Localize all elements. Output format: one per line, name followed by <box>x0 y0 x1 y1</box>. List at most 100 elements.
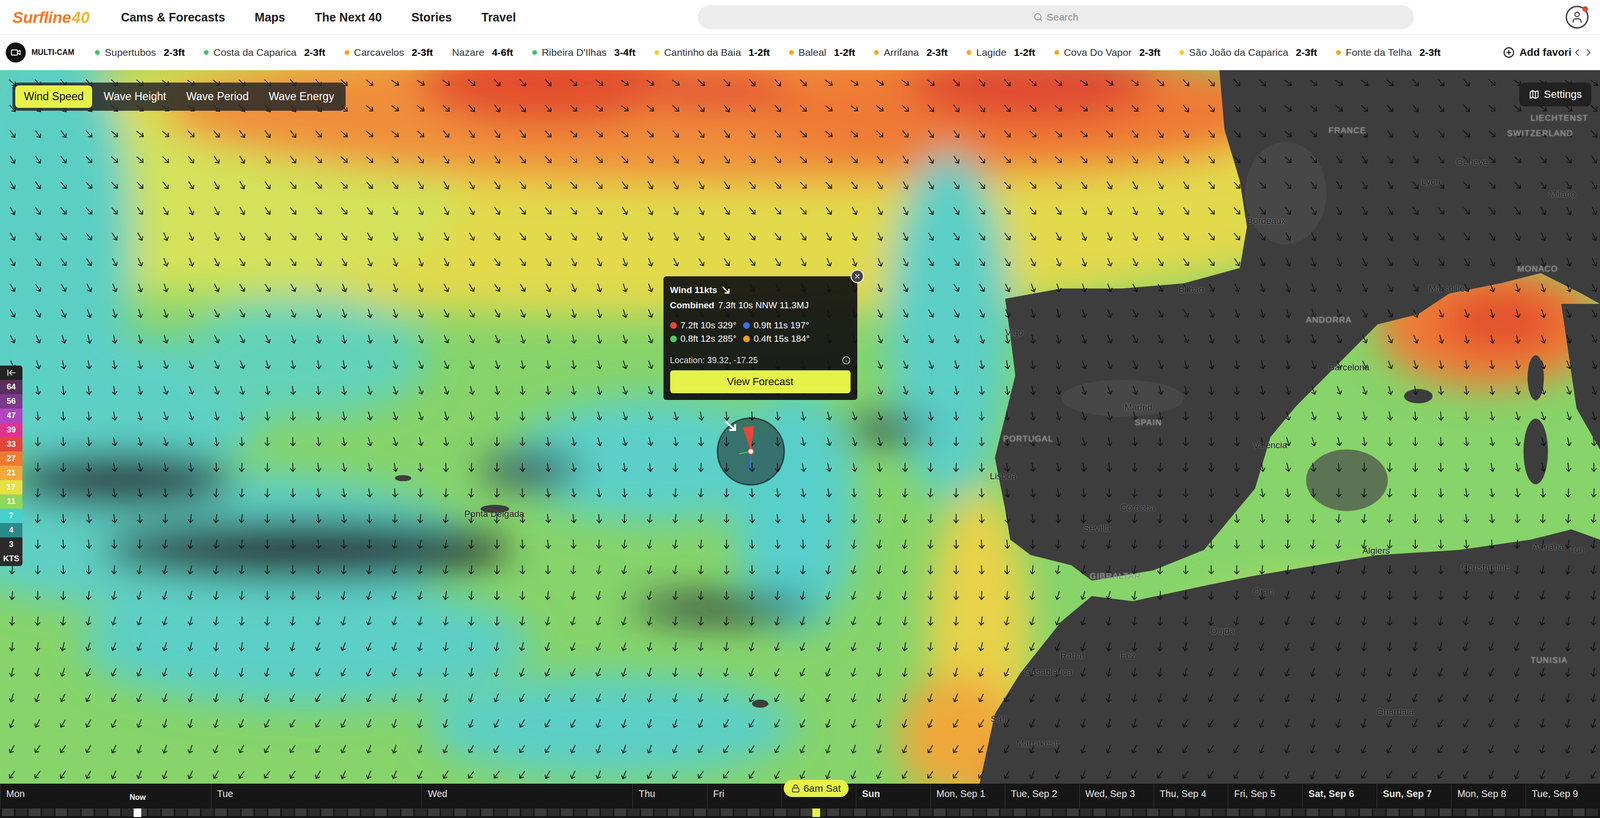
layer-tab[interactable]: Wave Period <box>177 85 258 108</box>
favorite-spot[interactable]: Cantinho da Baia1-2ft <box>654 46 770 59</box>
favorite-spot[interactable]: Ribeira D'Ilhas3-4ft <box>532 46 636 59</box>
track-cell <box>1559 808 1572 817</box>
timeline-day[interactable]: Tue, Sep 2 <box>1004 783 1080 809</box>
favorite-spot[interactable]: Costa da Caparica2-3ft <box>203 46 326 59</box>
track-cell <box>374 808 387 817</box>
collapse-legend-button[interactable] <box>0 365 23 380</box>
favorite-spot[interactable]: Nazare4-6ft <box>452 46 514 59</box>
track-cell <box>867 808 880 817</box>
track-cell <box>1066 808 1079 817</box>
favorite-spot[interactable]: Arrifana2-3ft <box>873 46 948 59</box>
nav-item[interactable]: Travel <box>481 10 516 25</box>
track-cell <box>600 808 613 817</box>
timeline-day[interactable]: Fri <box>706 783 782 809</box>
spot-name: Supertubos <box>104 46 156 59</box>
track-cell <box>441 808 453 817</box>
track-cell <box>840 808 853 817</box>
favorite-spot[interactable]: Baleal1-2ft <box>789 46 856 59</box>
nav-item[interactable]: Stories <box>411 10 453 25</box>
nav-item[interactable]: Maps <box>254 10 286 25</box>
track-cell <box>1213 808 1226 817</box>
swell-item: 0.8ft 12s 285° <box>670 333 737 345</box>
track-cell <box>853 808 866 817</box>
timeline-day[interactable]: Mon, Sep 1 <box>930 783 1005 809</box>
spot-height: 2-3ft <box>1419 46 1441 59</box>
timeline-day[interactable]: Thu, Sep 4 <box>1153 783 1229 809</box>
track-cell <box>1586 808 1599 817</box>
track-cell <box>94 808 107 817</box>
timeline-day[interactable]: Thu <box>632 783 707 809</box>
layer-tab[interactable]: Wind Speed <box>15 85 93 108</box>
favorite-spot[interactable]: São João da Caparica2-3ft <box>1179 46 1317 59</box>
view-forecast-button[interactable]: View Forecast <box>670 370 851 394</box>
city-label: Córdoba <box>1120 502 1156 514</box>
nav-item[interactable]: The Next 40 <box>314 10 382 25</box>
track-cell <box>760 808 773 817</box>
track-cell <box>1120 808 1133 817</box>
layer-tab[interactable]: Wave Height <box>94 85 175 108</box>
timeline-track[interactable] <box>0 808 1600 818</box>
profile-button[interactable] <box>1565 5 1589 29</box>
timeline-day[interactable]: Mon <box>0 783 211 809</box>
track-cell <box>334 808 347 817</box>
favorite-spot[interactable]: Fonte da Telha2-3ft <box>1336 46 1441 59</box>
multicam-button[interactable]: MULTI-CAM <box>5 42 74 63</box>
condition-dot <box>1179 50 1185 55</box>
info-icon[interactable] <box>842 356 851 365</box>
track-cell <box>108 808 121 817</box>
layer-tab[interactable]: Wave Energy <box>260 85 343 108</box>
timeline-day[interactable]: Sun, Sep 7 <box>1376 783 1452 809</box>
track-cell <box>188 808 200 817</box>
scroll-right-button[interactable] <box>1582 46 1595 59</box>
city-label: Madrid <box>1124 402 1153 413</box>
timeline-day[interactable]: Sun <box>855 783 931 809</box>
nav-item[interactable]: Cams & Forecasts <box>120 10 225 25</box>
track-cell <box>121 808 134 817</box>
swell-dot <box>743 322 750 329</box>
settings-button[interactable]: Settings <box>1519 82 1592 107</box>
spot-name: Arrifana <box>883 46 919 59</box>
swell-dot <box>743 335 750 343</box>
track-cell <box>1027 808 1040 817</box>
add-favorite-button[interactable]: Add favori <box>1503 46 1572 59</box>
search-field[interactable]: Search <box>697 5 1414 30</box>
wind-map[interactable]: FRANCELIECHTENSTSWITZERLANDGenèveLyonMil… <box>0 70 1600 784</box>
top-nav: Surfline40 Cams & Forecasts Maps The Next 4… <box>0 0 1600 35</box>
favorite-spot[interactable]: Supertubos2-3ft <box>94 46 185 59</box>
timeline[interactable]: MonTueWedThuFri SunMon, Sep 1Tue, Sep 2We… <box>0 783 1600 818</box>
spot-height: 2-3ft <box>304 46 326 59</box>
track-cell <box>148 808 161 817</box>
search-icon <box>1033 12 1043 22</box>
timeline-day[interactable]: Sat, Sep 6 <box>1302 783 1377 809</box>
logo[interactable]: Surfline40 <box>12 8 90 27</box>
selected-time-badge[interactable]: 6am Sat <box>783 779 849 798</box>
timeline-day[interactable]: Tue <box>210 783 422 809</box>
track-cell <box>42 808 54 817</box>
favorite-spot[interactable]: Carcavelos2-3ft <box>344 46 433 59</box>
selected-marker[interactable] <box>812 808 821 818</box>
track-cell <box>1359 808 1372 817</box>
legend-step: 33 <box>0 437 23 452</box>
timeline-day[interactable]: Wed <box>421 783 633 809</box>
timeline-day[interactable]: Mon, Sep 8 <box>1451 783 1526 809</box>
track-cell <box>574 808 587 817</box>
location-pin[interactable] <box>715 415 787 488</box>
favorite-spot[interactable]: Cova Do Vapor2-3ft <box>1054 46 1161 59</box>
scroll-left-button[interactable] <box>1571 46 1583 59</box>
city-label: Bilbao <box>1178 284 1204 295</box>
track-cell <box>254 808 267 817</box>
spot-height: 2-3ft <box>411 46 433 59</box>
track-cell <box>428 808 441 817</box>
track-cell <box>1159 808 1172 817</box>
favorite-spot[interactable]: Lagide1-2ft <box>966 46 1035 59</box>
timeline-day[interactable]: Tue, Sep 9 <box>1525 783 1600 809</box>
timeline-day[interactable]: Fri, Sep 5 <box>1227 783 1303 809</box>
track-cell <box>1386 808 1399 817</box>
wind-arrows <box>7 77 1600 780</box>
timeline-day[interactable]: Wed, Sep 3 <box>1079 783 1154 809</box>
close-button[interactable] <box>850 269 864 284</box>
condition-dot <box>94 50 100 55</box>
city-label: Marseille <box>1428 283 1465 295</box>
track-cell <box>560 808 573 817</box>
track-cell <box>894 808 906 817</box>
